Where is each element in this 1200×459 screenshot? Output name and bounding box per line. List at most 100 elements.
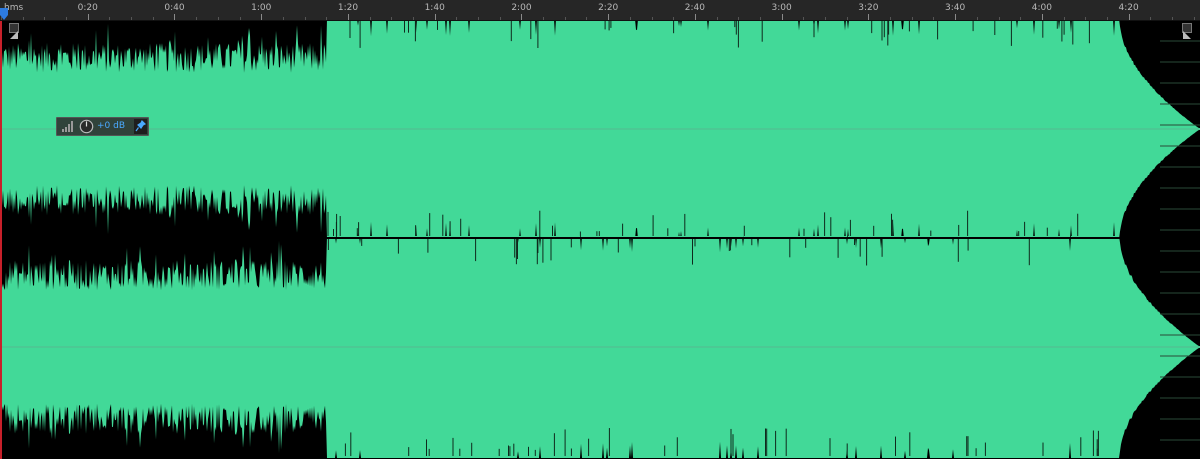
waveform-transient	[1072, 21, 1074, 45]
waveform-transient	[427, 238, 429, 253]
playhead-marker-icon[interactable]	[0, 8, 8, 20]
waveform-transient	[622, 223, 624, 239]
waveform-transient	[694, 238, 696, 247]
knob-icon[interactable]	[79, 119, 94, 134]
ruler-minor-tick	[564, 17, 566, 20]
waveform-transient	[737, 21, 739, 48]
volume-hud[interactable]: +0 dB	[56, 117, 149, 136]
ruler-minor-tick	[22, 17, 24, 20]
waveform-transient	[1077, 213, 1079, 239]
waveform-transient	[539, 210, 541, 239]
waveform-display[interactable]	[0, 21, 1200, 459]
waveform-transient	[966, 436, 968, 456]
waveform-transient	[789, 238, 791, 258]
ruler-label: 1:40	[424, 3, 445, 13]
ruler-tick	[1128, 14, 1130, 20]
waveform-transient	[514, 238, 516, 258]
waveform-transient	[824, 212, 826, 239]
waveform-transient	[1010, 21, 1012, 46]
ruler-tick	[868, 14, 870, 20]
waveform-transient	[785, 428, 787, 457]
waveform-transient	[837, 238, 839, 258]
ruler-minor-tick	[1106, 17, 1108, 20]
ruler-minor-tick	[1085, 17, 1087, 20]
waveform-transient	[350, 432, 352, 457]
ruler-tick	[521, 14, 523, 20]
waveform-transient	[676, 437, 678, 456]
waveform-transient	[1042, 21, 1044, 38]
waveform-transient	[664, 445, 666, 456]
ruler-minor-tick	[499, 17, 501, 20]
waveform-transient	[449, 221, 451, 239]
volume-value[interactable]: +0 dB	[97, 121, 125, 131]
ruler-minor-tick	[738, 17, 740, 20]
waveform-transient	[895, 436, 896, 456]
waveform-transient	[550, 238, 552, 261]
waveform-transient	[408, 447, 410, 457]
waveform-transient	[336, 213, 338, 239]
waveform-transient	[1024, 221, 1026, 239]
waveform-transient	[813, 21, 815, 38]
ruler-tick	[694, 14, 696, 20]
ruler-minor-tick	[196, 17, 198, 20]
fade-in-handle-icon[interactable]	[9, 23, 19, 39]
ruler-label: 2:40	[684, 3, 706, 13]
waveform-transient	[734, 21, 736, 28]
waveform-transient	[1056, 21, 1058, 29]
waveform-transient	[1028, 238, 1030, 266]
ruler-minor-tick	[66, 17, 68, 20]
volume-ramp-icon	[62, 121, 73, 132]
waveform-transient	[732, 434, 734, 457]
waveform-transient	[891, 213, 892, 238]
waveform-transient	[1092, 430, 1094, 456]
waveform-transient	[408, 21, 409, 33]
waveform-transient	[908, 21, 910, 32]
ruler-minor-tick	[1171, 17, 1173, 20]
ruler-tick	[781, 14, 783, 20]
waveform-transient	[509, 446, 511, 457]
waveform-transient	[327, 238, 329, 250]
ruler-minor-tick	[456, 17, 458, 20]
waveform-transient	[766, 428, 768, 457]
pin-icon[interactable]	[134, 119, 147, 134]
waveform-transient	[534, 449, 536, 456]
waveform-editor[interactable]: +0 dB	[0, 21, 1200, 459]
ruler-minor-tick	[1020, 17, 1022, 20]
waveform-transient	[871, 21, 873, 34]
waveform-transient	[730, 428, 732, 457]
ruler-minor-tick	[803, 17, 805, 20]
waveform-transient	[805, 238, 807, 248]
waveform-transient	[428, 448, 430, 456]
waveform-transient	[508, 445, 509, 457]
waveform-transient	[881, 21, 883, 41]
waveform-transient	[937, 21, 939, 40]
ruler-minor-tick	[911, 17, 913, 20]
ruler-label: 0:20	[77, 3, 98, 13]
waveform-transient	[866, 238, 868, 266]
waveform-transient	[883, 21, 885, 38]
ruler-label: 3:40	[945, 3, 966, 13]
waveform-transient	[684, 213, 686, 239]
waveform-transient	[765, 428, 766, 456]
fade-out-handle-icon[interactable]	[1182, 23, 1192, 39]
ruler-tick	[434, 14, 436, 20]
ruler-minor-tick	[239, 17, 241, 20]
ruler-minor-tick	[369, 17, 371, 20]
waveform-channel-left	[0, 21, 1200, 239]
ruler-minor-tick	[391, 17, 393, 20]
waveform-transient	[442, 214, 444, 238]
waveform-transient	[361, 238, 363, 246]
waveform-transient	[414, 21, 416, 42]
waveform-transient	[1080, 437, 1082, 456]
waveform-transient	[881, 238, 883, 257]
ruler-minor-tick	[217, 17, 219, 20]
ruler-minor-tick	[44, 17, 46, 20]
waveform-transient	[517, 238, 518, 259]
waveform-transient	[1097, 430, 1099, 457]
waveform-transient	[775, 430, 777, 456]
waveform-transient	[617, 238, 619, 253]
waveform-transient	[513, 443, 515, 456]
ruler-minor-tick	[413, 17, 414, 20]
time-ruler[interactable]: hms 0:20 0:40 1:00 1:20 1:40 2:00 2:20 2:40 3:00…	[0, 0, 1200, 21]
waveform-transient	[542, 238, 544, 263]
